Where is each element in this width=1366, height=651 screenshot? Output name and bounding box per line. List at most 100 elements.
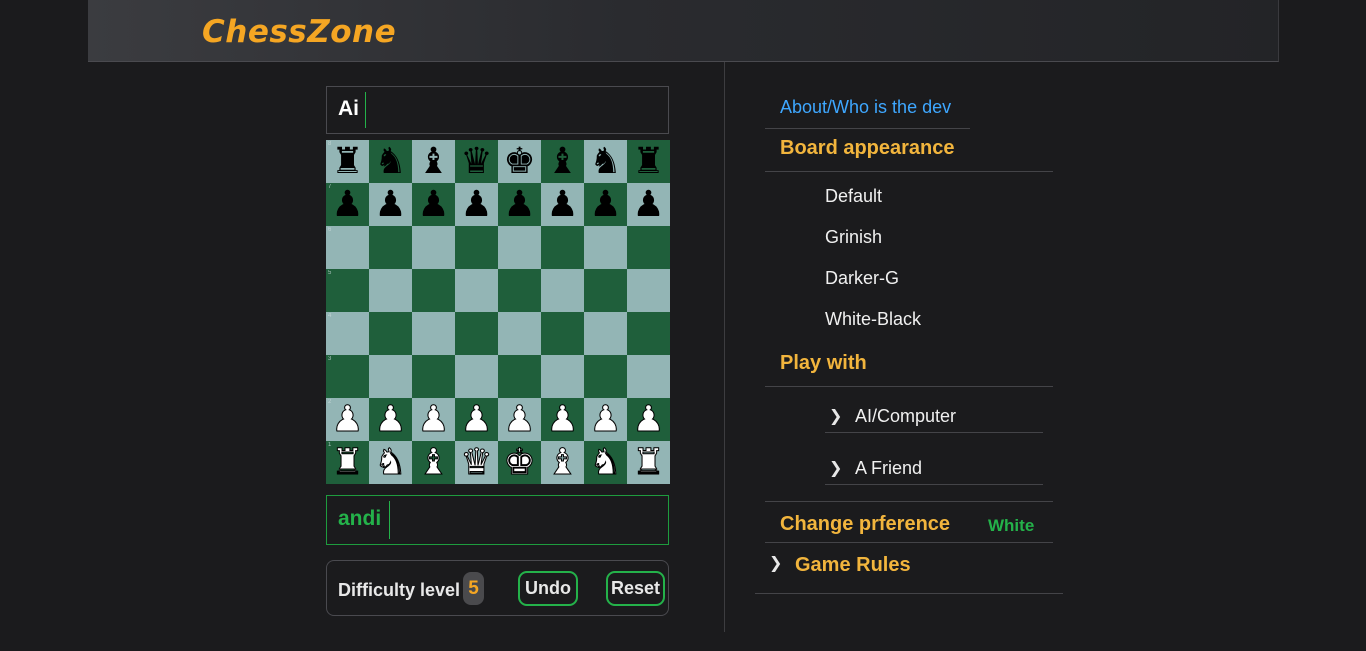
- square-b5[interactable]: [369, 269, 412, 312]
- square-a5[interactable]: 5: [326, 269, 369, 312]
- appearance-option-darker-g[interactable]: Darker-G: [825, 268, 899, 289]
- white-piece-icon[interactable]: ♟: [589, 401, 622, 438]
- square-g5[interactable]: [584, 269, 627, 312]
- square-h3[interactable]: [627, 355, 670, 398]
- square-a1[interactable]: 1 ♜: [326, 441, 369, 484]
- black-piece-icon[interactable]: ♞: [589, 143, 621, 180]
- square-a8[interactable]: 8 ♜: [326, 140, 369, 183]
- square-c7[interactable]: ♟: [412, 183, 455, 226]
- square-h5[interactable]: [627, 269, 670, 312]
- square-b1[interactable]: ♞: [369, 441, 412, 484]
- square-a4[interactable]: 4: [326, 312, 369, 355]
- square-b3[interactable]: [369, 355, 412, 398]
- square-h7[interactable]: ♟: [627, 183, 670, 226]
- square-f4[interactable]: [541, 312, 584, 355]
- game-rules-heading[interactable]: Game Rules: [795, 554, 911, 577]
- square-a2[interactable]: 2 ♟: [326, 398, 369, 441]
- square-d3[interactable]: [455, 355, 498, 398]
- square-a7[interactable]: 7 ♟: [326, 183, 369, 226]
- square-f1[interactable]: ♝: [541, 441, 584, 484]
- about-link[interactable]: About/Who is the dev: [780, 97, 951, 118]
- square-g7[interactable]: ♟: [584, 183, 627, 226]
- black-piece-icon[interactable]: ♟: [503, 186, 535, 223]
- undo-button[interactable]: Undo: [518, 571, 578, 606]
- chess-board[interactable]: 8 ♜ ♞ ♝ ♛ ♚ ♝ ♞ ♜ 7 ♟ ♟ ♟ ♟ ♟ ♟ ♟ ♟ 6 5 4 3 2 ♟ ♟ ♟ ♟ ♟ ♟ ♟ ♟ 1 ♜ ♞ ♝ ♛ ♚ ♝ ♞ ♜: [326, 140, 670, 484]
- white-piece-icon[interactable]: ♛: [460, 444, 493, 481]
- square-e4[interactable]: [498, 312, 541, 355]
- square-b6[interactable]: [369, 226, 412, 269]
- square-d1[interactable]: ♛: [455, 441, 498, 484]
- square-g6[interactable]: [584, 226, 627, 269]
- white-piece-icon[interactable]: ♟: [546, 401, 579, 438]
- white-piece-icon[interactable]: ♟: [417, 401, 450, 438]
- square-h8[interactable]: ♜: [627, 140, 670, 183]
- square-h4[interactable]: [627, 312, 670, 355]
- white-piece-icon[interactable]: ♞: [374, 444, 407, 481]
- square-e8[interactable]: ♚: [498, 140, 541, 183]
- black-piece-icon[interactable]: ♞: [374, 143, 406, 180]
- white-piece-icon[interactable]: ♜: [632, 444, 665, 481]
- square-c1[interactable]: ♝: [412, 441, 455, 484]
- black-piece-icon[interactable]: ♛: [460, 143, 492, 180]
- appearance-option-default[interactable]: Default: [825, 186, 882, 207]
- white-piece-icon[interactable]: ♟: [460, 401, 493, 438]
- square-f2[interactable]: ♟: [541, 398, 584, 441]
- square-d6[interactable]: [455, 226, 498, 269]
- square-c3[interactable]: [412, 355, 455, 398]
- white-piece-icon[interactable]: ♚: [503, 444, 536, 481]
- square-h6[interactable]: [627, 226, 670, 269]
- reset-button[interactable]: Reset: [606, 571, 665, 606]
- white-piece-icon[interactable]: ♜: [331, 444, 364, 481]
- black-piece-icon[interactable]: ♟: [546, 186, 578, 223]
- board-appearance-heading[interactable]: Board appearance: [780, 137, 955, 160]
- preference-value[interactable]: White: [988, 516, 1034, 536]
- white-piece-icon[interactable]: ♟: [503, 401, 536, 438]
- square-g1[interactable]: ♞: [584, 441, 627, 484]
- square-f6[interactable]: [541, 226, 584, 269]
- square-d5[interactable]: [455, 269, 498, 312]
- change-preference-heading[interactable]: Change prference: [780, 513, 950, 536]
- square-e2[interactable]: ♟: [498, 398, 541, 441]
- square-b2[interactable]: ♟: [369, 398, 412, 441]
- appearance-option-white-black[interactable]: White-Black: [825, 309, 921, 330]
- difficulty-value[interactable]: 5: [463, 572, 484, 605]
- square-h1[interactable]: ♜: [627, 441, 670, 484]
- square-g4[interactable]: [584, 312, 627, 355]
- square-e7[interactable]: ♟: [498, 183, 541, 226]
- white-piece-icon[interactable]: ♟: [331, 401, 364, 438]
- white-piece-icon[interactable]: ♝: [417, 444, 450, 481]
- black-piece-icon[interactable]: ♝: [546, 143, 578, 180]
- square-a3[interactable]: 3: [326, 355, 369, 398]
- square-e1[interactable]: ♚: [498, 441, 541, 484]
- square-h2[interactable]: ♟: [627, 398, 670, 441]
- square-b8[interactable]: ♞: [369, 140, 412, 183]
- white-piece-icon[interactable]: ♟: [374, 401, 407, 438]
- black-piece-icon[interactable]: ♟: [589, 186, 621, 223]
- square-f7[interactable]: ♟: [541, 183, 584, 226]
- black-piece-icon[interactable]: ♜: [632, 143, 664, 180]
- white-piece-icon[interactable]: ♞: [589, 444, 622, 481]
- white-piece-icon[interactable]: ♝: [546, 444, 579, 481]
- black-piece-icon[interactable]: ♟: [460, 186, 492, 223]
- black-piece-icon[interactable]: ♟: [632, 186, 664, 223]
- square-c4[interactable]: [412, 312, 455, 355]
- square-e5[interactable]: [498, 269, 541, 312]
- logo[interactable]: ChessZone: [202, 14, 396, 50]
- square-b4[interactable]: [369, 312, 412, 355]
- square-c6[interactable]: [412, 226, 455, 269]
- black-piece-icon[interactable]: ♟: [374, 186, 406, 223]
- square-d7[interactable]: ♟: [455, 183, 498, 226]
- black-piece-icon[interactable]: ♟: [417, 186, 449, 223]
- black-piece-icon[interactable]: ♚: [503, 143, 535, 180]
- square-d2[interactable]: ♟: [455, 398, 498, 441]
- square-c5[interactable]: [412, 269, 455, 312]
- square-g3[interactable]: [584, 355, 627, 398]
- square-e6[interactable]: [498, 226, 541, 269]
- square-f8[interactable]: ♝: [541, 140, 584, 183]
- square-d8[interactable]: ♛: [455, 140, 498, 183]
- square-c8[interactable]: ♝: [412, 140, 455, 183]
- appearance-option-grinish[interactable]: Grinish: [825, 227, 882, 248]
- play-with-heading[interactable]: Play with: [780, 352, 867, 375]
- square-f3[interactable]: [541, 355, 584, 398]
- square-g8[interactable]: ♞: [584, 140, 627, 183]
